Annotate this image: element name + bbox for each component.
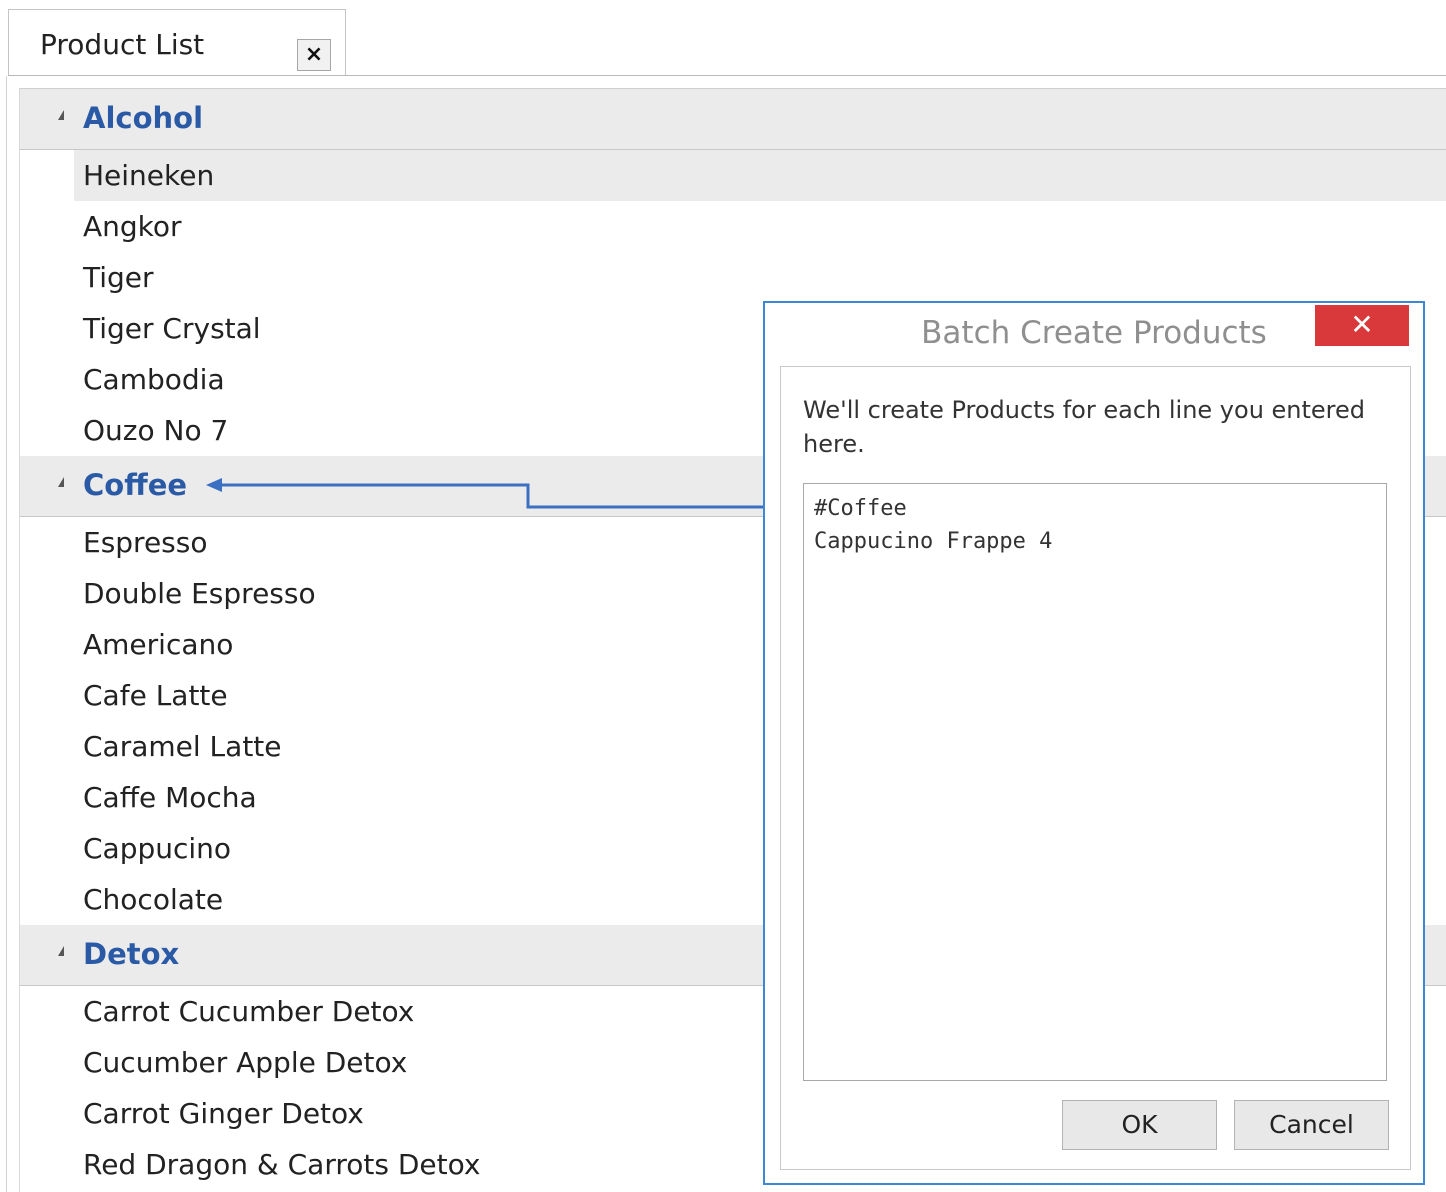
tab-product-list[interactable]: Product List × xyxy=(8,9,346,76)
expanded-triangle-icon[interactable] xyxy=(58,477,64,487)
tab-close-button[interactable]: × xyxy=(297,39,331,71)
dialog-description: We'll create Products for each line you … xyxy=(803,396,1366,458)
list-item[interactable]: Heineken xyxy=(74,150,1446,201)
expanded-triangle-icon[interactable] xyxy=(58,946,64,956)
batch-products-textarea[interactable]: #Coffee Cappucino Frappe 4 xyxy=(803,483,1387,1081)
tab-strip: Product List × xyxy=(0,0,1446,76)
group-title: Alcohol xyxy=(83,101,204,135)
expanded-triangle-icon[interactable] xyxy=(58,110,64,120)
group-title: Detox xyxy=(83,937,180,971)
tab-label: Product List xyxy=(40,28,205,61)
ok-button[interactable]: OK xyxy=(1062,1100,1217,1150)
close-icon: ✕ xyxy=(1350,308,1374,341)
group-header-alcohol[interactable]: Alcohol xyxy=(20,89,1446,150)
batch-create-dialog: Batch Create Products ✕ We'll create Pro… xyxy=(763,301,1425,1185)
dialog-body: We'll create Products for each line you … xyxy=(780,366,1411,1170)
list-item[interactable]: Angkor xyxy=(74,201,1446,252)
group-title: Coffee xyxy=(83,468,188,502)
list-item[interactable]: Tiger xyxy=(74,252,1446,303)
cancel-button[interactable]: Cancel xyxy=(1234,1100,1389,1150)
dialog-close-button[interactable]: ✕ xyxy=(1315,305,1409,346)
close-icon: × xyxy=(304,42,324,67)
